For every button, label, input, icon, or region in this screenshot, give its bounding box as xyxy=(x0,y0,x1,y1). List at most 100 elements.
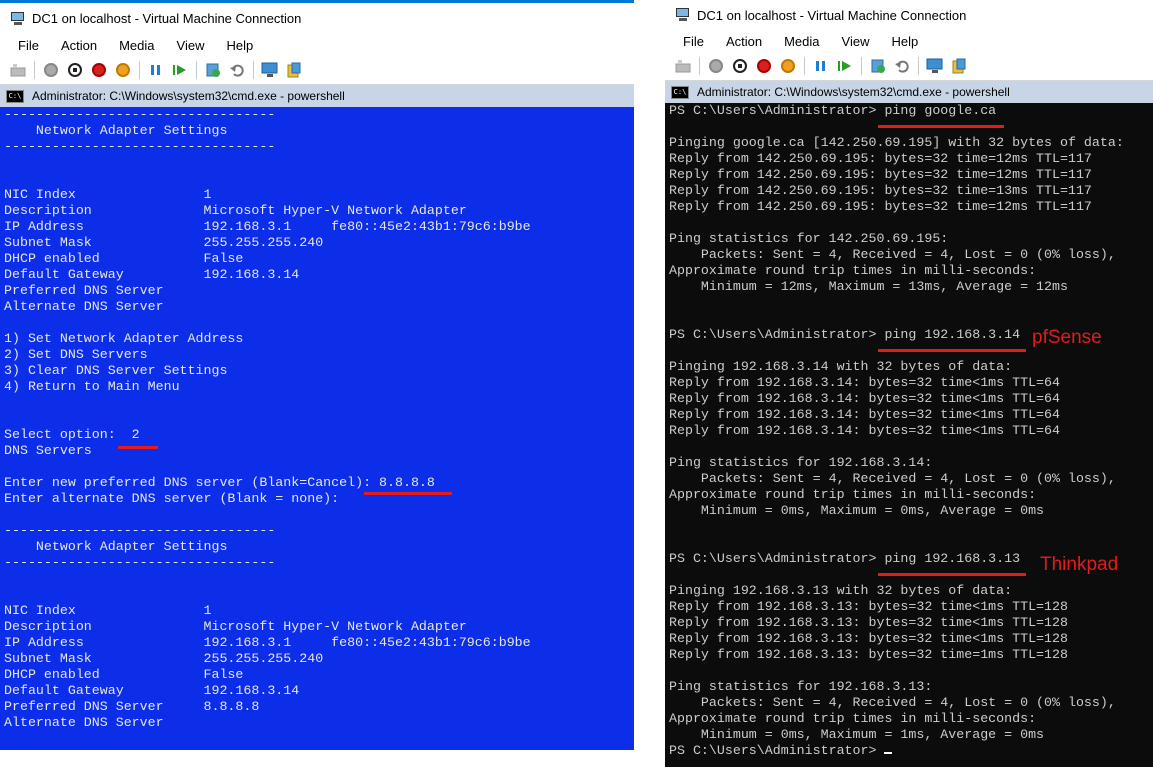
console-line: PS C:\Users\Administrator> ping google.c… xyxy=(669,103,997,118)
menu-view[interactable]: View xyxy=(842,34,870,49)
cmd-titlebar[interactable]: C:\ Administrator: C:\Windows\system32\c… xyxy=(665,81,1153,103)
resume-icon[interactable] xyxy=(836,57,854,75)
window-titlebar[interactable]: DC1 on localhost - Virtual Machine Conne… xyxy=(0,0,634,34)
cmd-title: Administrator: C:\Windows\system32\cmd.e… xyxy=(32,89,345,103)
ctrl-alt-del-icon[interactable] xyxy=(674,57,692,75)
console-line: Default Gateway 192.168.3.14 xyxy=(4,267,300,282)
console-line: Packets: Sent = 4, Received = 4, Lost = … xyxy=(669,247,1116,262)
console-line: IP Address 192.168.3.1 fe80::45e2:43b1:7… xyxy=(4,219,531,234)
enhanced-session-icon[interactable] xyxy=(261,61,279,79)
left-console[interactable]: ---------------------------------- Netwo… xyxy=(0,107,634,750)
console-line: Minimum = 12ms, Maximum = 13ms, Average … xyxy=(669,279,1068,294)
console-line: Description Microsoft Hyper-V Network Ad… xyxy=(4,619,467,634)
start-icon[interactable] xyxy=(707,57,725,75)
menu-media[interactable]: Media xyxy=(784,34,819,49)
menu-media[interactable]: Media xyxy=(119,38,154,53)
vm-icon xyxy=(675,8,691,22)
console-line: Reply from 192.168.3.13: bytes=32 time<1… xyxy=(669,599,1068,614)
console-line: Reply from 192.168.3.13: bytes=32 time<1… xyxy=(669,615,1068,630)
menu-file[interactable]: File xyxy=(18,38,39,53)
checkpoint-icon[interactable] xyxy=(869,57,887,75)
underline-ping-pfsense xyxy=(878,349,1026,352)
share-icon[interactable] xyxy=(950,57,968,75)
menu-help[interactable]: Help xyxy=(226,38,253,53)
console-line: Description Microsoft Hyper-V Network Ad… xyxy=(4,203,467,218)
vm-window-right: DC1 on localhost - Virtual Machine Conne… xyxy=(665,0,1153,768)
shutdown-icon[interactable] xyxy=(90,61,108,79)
toolbar xyxy=(665,52,1153,81)
pause-icon[interactable] xyxy=(147,61,165,79)
console-line: ---------------------------------- xyxy=(4,555,276,570)
underline-select-option xyxy=(118,446,158,449)
cmd-icon: C:\ xyxy=(6,89,24,103)
window-titlebar[interactable]: DC1 on localhost - Virtual Machine Conne… xyxy=(665,0,1153,30)
console-line: Packets: Sent = 4, Received = 4, Lost = … xyxy=(669,471,1116,486)
prompt-line[interactable]: PS C:\Users\Administrator> xyxy=(669,743,1153,759)
underline-dns-entry xyxy=(364,492,452,495)
console-line: 1) Set Network Adapter Address xyxy=(4,331,244,346)
right-console[interactable]: PS C:\Users\Administrator> ping google.c… xyxy=(665,103,1153,767)
console-line: ---------------------------------- xyxy=(4,523,276,538)
checkpoint-icon[interactable] xyxy=(204,61,222,79)
console-line: 2) Set DNS Servers xyxy=(4,347,148,362)
console-line: IP Address 192.168.3.1 fe80::45e2:43b1:7… xyxy=(4,635,531,650)
vm-icon xyxy=(10,11,26,26)
save-icon[interactable] xyxy=(114,61,132,79)
console-line: Reply from 192.168.3.14: bytes=32 time<1… xyxy=(669,423,1060,438)
menu-file[interactable]: File xyxy=(683,34,704,49)
cmd-titlebar[interactable]: C:\ Administrator: C:\Windows\system32\c… xyxy=(0,85,634,107)
start-icon[interactable] xyxy=(42,61,60,79)
console-line: Select option: 2 xyxy=(4,427,140,442)
console-line: Enter new preferred DNS server (Blank=Ca… xyxy=(4,475,435,490)
pause-icon[interactable] xyxy=(812,57,830,75)
cmd-icon: C:\ xyxy=(671,85,689,99)
console-line: Default Gateway 192.168.3.14 xyxy=(4,683,300,698)
save-icon[interactable] xyxy=(779,57,797,75)
console-line: Approximate round trip times in milli-se… xyxy=(669,487,1037,502)
console-line: Reply from 142.250.69.195: bytes=32 time… xyxy=(669,151,1092,166)
resume-icon[interactable] xyxy=(171,61,189,79)
console-line: DNS Servers xyxy=(4,443,92,458)
window-title: DC1 on localhost - Virtual Machine Conne… xyxy=(32,11,302,26)
share-icon[interactable] xyxy=(285,61,303,79)
underline-ping-thinkpad xyxy=(878,573,1026,576)
vm-window-left: DC1 on localhost - Virtual Machine Conne… xyxy=(0,0,634,750)
console-line: Approximate round trip times in milli-se… xyxy=(669,711,1037,726)
annotation-thinkpad: Thinkpad xyxy=(1040,554,1119,575)
console-line: NIC Index 1 xyxy=(4,603,212,618)
console-line: DHCP enabled False xyxy=(4,251,244,266)
menu-action[interactable]: Action xyxy=(726,34,762,49)
menu-bar: File Action Media View Help xyxy=(0,34,634,56)
shutdown-icon[interactable] xyxy=(755,57,773,75)
console-line: Alternate DNS Server xyxy=(4,715,164,730)
menu-view[interactable]: View xyxy=(177,38,205,53)
turn-off-icon[interactable] xyxy=(731,57,749,75)
console-line: Reply from 142.250.69.195: bytes=32 time… xyxy=(669,183,1092,198)
console-line: Reply from 192.168.3.14: bytes=32 time<1… xyxy=(669,375,1060,390)
console-line: Ping statistics for 192.168.3.13: xyxy=(669,679,933,694)
console-line: Subnet Mask 255.255.255.240 xyxy=(4,651,324,666)
enhanced-session-icon[interactable] xyxy=(926,57,944,75)
ctrl-alt-del-icon[interactable] xyxy=(9,61,27,79)
menu-action[interactable]: Action xyxy=(61,38,97,53)
revert-icon[interactable] xyxy=(893,57,911,75)
console-line: Network Adapter Settings xyxy=(4,539,228,554)
console-line: ---------------------------------- xyxy=(4,139,276,154)
menu-help[interactable]: Help xyxy=(891,34,918,49)
turn-off-icon[interactable] xyxy=(66,61,84,79)
revert-icon[interactable] xyxy=(228,61,246,79)
console-line: NIC Index 1 xyxy=(4,187,212,202)
console-line: Reply from 142.250.69.195: bytes=32 time… xyxy=(669,167,1092,182)
console-line: 4) Return to Main Menu xyxy=(4,379,180,394)
console-line: Preferred DNS Server 8.8.8.8 xyxy=(4,699,260,714)
console-line: Alternate DNS Server xyxy=(4,299,164,314)
